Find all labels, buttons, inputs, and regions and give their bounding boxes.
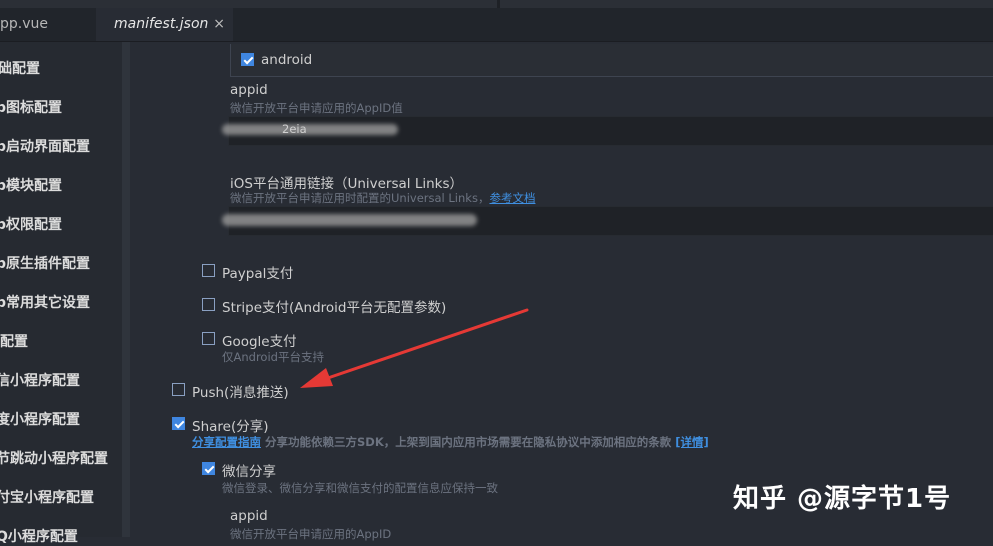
tab-manifest-json[interactable]: manifest.json × [96,8,233,41]
universal-links-label: iOS平台通用链接（Universal Links） [230,176,464,192]
paypal-checkbox[interactable] [202,264,215,277]
sidebar-item-other-settings[interactable]: p常用其它设置 [0,292,90,312]
wechat-appid-label: appid [230,508,268,524]
share-detail-link[interactable]: [详情] [675,435,709,449]
share-hint: 分享配置指南 分享功能依赖三方SDK，上架到国内应用市场需要在隐私协议中添加相应… [192,434,709,450]
settings-panel: android appid 微信开放平台申请应用的AppID值 2eia iOS… [130,42,993,541]
wechat-appid-hint: 微信开放平台申请应用的AppID [230,527,392,541]
sidebar-item-baidu-mp[interactable]: 度小程序配置 [0,409,80,429]
wechat-share-label: 微信分享 [222,464,276,480]
watermark: 知乎 @源字节1号 [733,484,952,514]
paypal-label: Paypal支付 [222,266,294,282]
universal-links-hint-text: 微信开放平台申请应用时配置的Universal Links， [230,191,490,205]
sidebar-item-modules[interactable]: p模块配置 [0,175,62,195]
stripe-label: Stripe支付(Android平台无配置参数) [222,300,447,316]
google-label: Google支付 [222,334,297,350]
push-label: Push(消息推送) [192,385,289,401]
redacted-universal-link [222,214,477,226]
android-label: android [261,52,313,68]
redacted-appid [222,124,398,135]
tab-label: pp.vue [0,16,48,32]
close-icon[interactable]: × [213,8,225,41]
sidebar-item-qq-mp[interactable]: Q小程序配置 [0,526,78,546]
android-checkbox[interactable] [241,53,254,66]
universal-links-hint: 微信开放平台申请应用时配置的Universal Links，参考文档 [230,190,535,206]
wechat-share-checkbox[interactable] [202,462,215,475]
top-strip [0,0,993,8]
sidebar-item-toutiao-mp[interactable]: 节跳动小程序配置 [0,448,108,468]
share-checkbox[interactable] [172,417,185,430]
google-checkbox[interactable] [202,332,215,345]
tab-bar: pp.vue manifest.json × [0,8,993,42]
sidebar-item-native-plugins[interactable]: p原生插件配置 [0,253,90,273]
appid-value-partial: 2eia [282,122,307,136]
push-checkbox[interactable] [172,383,185,396]
sidebar-item-splash[interactable]: p启动界面配置 [0,136,90,156]
sidebar-item-alipay-mp[interactable]: 付宝小程序配置 [0,487,94,507]
sidebar-item-permissions[interactable]: p权限配置 [0,214,62,234]
android-row [230,44,993,77]
scrollbar-track[interactable] [122,42,130,537]
tab-app-vue[interactable]: pp.vue [0,8,90,41]
appid-hint: 微信开放平台申请应用的AppID值 [230,101,403,115]
sidebar-item-weixin-mp[interactable]: 信小程序配置 [0,370,80,390]
share-label: Share(分享) [192,419,269,435]
share-guide-link[interactable]: 分享配置指南 [192,435,261,449]
reference-doc-link[interactable]: 参考文档 [489,191,535,205]
sidebar-item-basic[interactable]: 础配置 [0,58,40,78]
wechat-share-hint: 微信登录、微信分享和微信支付的配置信息应保持一致 [222,481,498,495]
sidebar-item-config[interactable]: 配置 [0,331,28,351]
appid-label: appid [230,82,268,98]
tab-label: manifest.json [114,16,209,32]
sidebar-item-app-icon[interactable]: p图标配置 [0,97,62,117]
sidebar: 础配置 p图标配置 p启动界面配置 p模块配置 p权限配置 p原生插件配置 p常… [0,42,122,545]
google-hint: 仅Android平台支持 [222,350,324,364]
stripe-checkbox[interactable] [202,298,215,311]
share-hint-text: 分享功能依赖三方SDK，上架到国内应用市场需要在隐私协议中添加相应的条款 [265,435,672,449]
